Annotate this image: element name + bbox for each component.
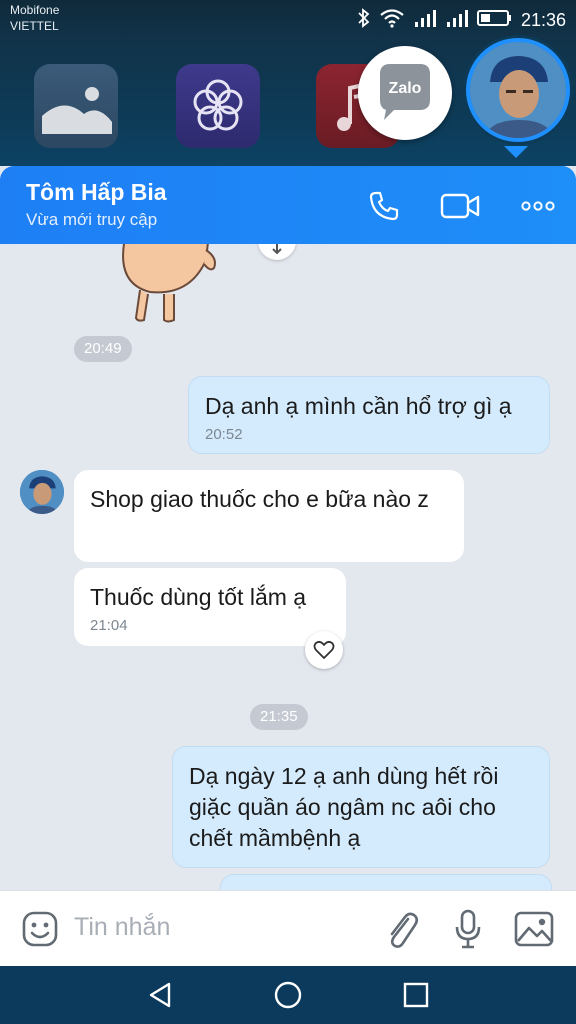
signal-icon xyxy=(413,8,437,33)
message-time: 21:04 xyxy=(90,617,128,634)
signal-icon xyxy=(445,8,469,33)
message-bubble-outgoing[interactable]: Dạ anh ạ mình cần hổ trợ gì ạ 20:52 xyxy=(188,376,550,454)
message-input[interactable]: Tin nhắn xyxy=(74,913,170,942)
recent-apps-icon[interactable] xyxy=(396,975,436,1015)
microphone-icon[interactable] xyxy=(446,907,490,951)
message-text: Thuốc dùng tốt lắm ạ xyxy=(90,584,307,610)
bluetooth-icon xyxy=(357,7,371,33)
battery-icon xyxy=(476,8,513,33)
zalo-logo-text: Zalo xyxy=(388,80,422,97)
carrier-name-2: VIETTEL xyxy=(10,19,59,33)
message-bubble-outgoing[interactable]: Dạ ngày 12 ạ anh dùng hết rồi giặc quần … xyxy=(172,746,550,868)
flower-app-icon[interactable] xyxy=(176,64,260,148)
gallery-icon[interactable] xyxy=(34,64,118,148)
scroll-down-icon[interactable] xyxy=(258,244,296,260)
contact-name[interactable]: Tôm Hấp Bia xyxy=(26,179,167,206)
sticker-image[interactable] xyxy=(110,244,230,324)
wifi-icon xyxy=(379,8,405,33)
heart-react-icon[interactable] xyxy=(305,631,343,669)
zalo-chat-head[interactable]: Zalo xyxy=(358,46,452,140)
message-input-bar: Tin nhắn xyxy=(0,890,576,967)
home-icon[interactable] xyxy=(268,975,308,1015)
contact-chat-head[interactable] xyxy=(466,38,570,142)
chat-header: Tôm Hấp Bia Vừa mới truy cập xyxy=(0,166,576,244)
carrier-name-1: Mobifone xyxy=(10,3,60,17)
attachment-icon[interactable] xyxy=(380,907,424,951)
message-time: 20:52 xyxy=(205,426,243,443)
navigation-bar xyxy=(0,966,576,1024)
clock: 21:36 xyxy=(520,9,566,30)
emoji-icon[interactable] xyxy=(18,907,62,951)
back-icon[interactable] xyxy=(140,975,180,1015)
avatar[interactable] xyxy=(20,470,64,514)
message-bubble-incoming[interactable]: Shop giao thuốc cho e bữa nào z xyxy=(74,470,464,562)
time-separator: 21:35 xyxy=(250,704,308,730)
message-text: Dạ ngày 12 ạ anh dùng hết rồi giặc quần … xyxy=(189,763,499,851)
message-text: Shop giao thuốc cho e bữa nào z xyxy=(90,486,429,512)
status-icons: 21:36 xyxy=(357,7,566,33)
message-bubble-outgoing[interactable] xyxy=(220,874,552,890)
video-call-icon[interactable] xyxy=(440,186,480,226)
contact-status: Vừa mới truy cập xyxy=(26,210,158,229)
status-bar: Mobifone VIETTEL 21:36 xyxy=(0,0,576,42)
image-icon[interactable] xyxy=(512,907,556,951)
phone-icon[interactable] xyxy=(364,186,404,226)
more-icon[interactable] xyxy=(518,186,558,226)
time-separator: 20:49 xyxy=(74,336,132,362)
avatar xyxy=(470,42,566,138)
message-bubble-incoming[interactable]: Thuốc dùng tốt lắm ạ 21:04 xyxy=(74,568,346,646)
chat-messages[interactable]: 20:49 Dạ anh ạ mình cần hổ trợ gì ạ 20:5… xyxy=(0,244,576,890)
chat-head-pointer xyxy=(504,146,528,158)
message-text: Dạ anh ạ mình cần hổ trợ gì ạ xyxy=(205,393,512,419)
